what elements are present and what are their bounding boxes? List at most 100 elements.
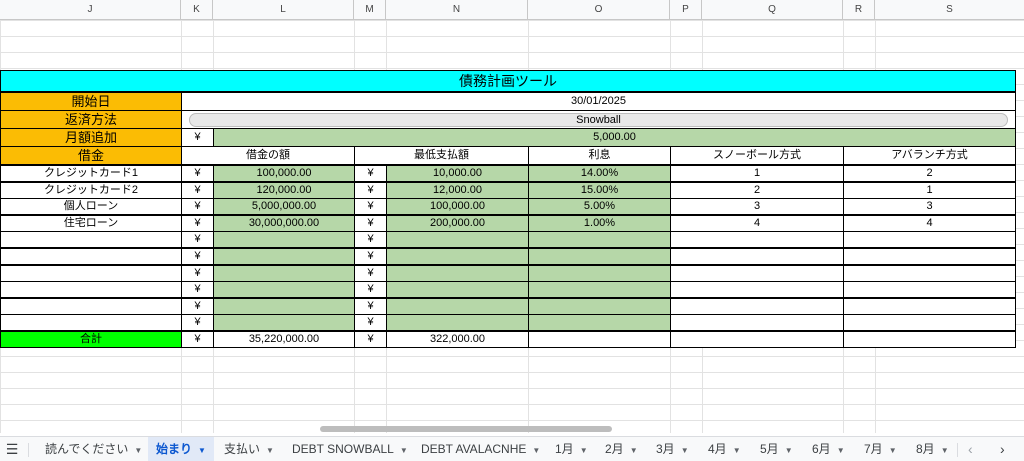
debt-currency-2-cell[interactable]: ¥ [354, 231, 387, 249]
debt-currency-1-cell[interactable]: ¥ [181, 214, 214, 232]
debt-avalanche-order-cell[interactable] [843, 248, 1016, 265]
debt-name-cell[interactable]: クレジットカード1 [0, 165, 182, 182]
total-interest-empty[interactable] [528, 331, 671, 348]
debt-name-cell[interactable]: 個人ローン [0, 198, 182, 216]
debt-avalanche-order-cell[interactable]: 4 [843, 214, 1016, 232]
debt-snowball-order-cell[interactable]: 2 [670, 181, 844, 199]
debt-currency-2-cell[interactable]: ¥ [354, 297, 387, 315]
monthly-extra-value[interactable]: 5,000.00 [213, 128, 1016, 147]
tab-month-8[interactable]: 8月 ▼ [916, 437, 949, 461]
tab-hajimari[interactable]: 始まり ▼ [148, 437, 214, 461]
debt-currency-2-cell[interactable]: ¥ [354, 248, 387, 265]
debt-interest-cell[interactable] [528, 314, 671, 332]
tab-month-5[interactable]: 5月 ▼ [760, 437, 793, 461]
tab-month-3[interactable]: 3月 ▼ [656, 437, 689, 461]
debt-amount-cell[interactable] [213, 231, 355, 249]
total-currency-1[interactable]: ¥ [181, 331, 214, 348]
debt-currency-2-cell[interactable]: ¥ [354, 264, 387, 282]
tab-month-2[interactable]: 2月 ▼ [605, 437, 638, 461]
debt-avalanche-order-cell[interactable] [843, 231, 1016, 249]
debt-snowball-order-cell[interactable]: 1 [670, 165, 844, 182]
debt-amount-cell[interactable]: 100,000.00 [213, 165, 355, 182]
debt-snowball-order-cell[interactable] [670, 281, 844, 299]
debt-snowball-order-cell[interactable] [670, 297, 844, 315]
total-avalanche-empty[interactable] [843, 331, 1016, 348]
debt-currency-1-cell[interactable]: ¥ [181, 198, 214, 216]
debt-name-cell[interactable] [0, 231, 182, 249]
debt-amount-cell[interactable] [213, 248, 355, 265]
total-amount[interactable]: 35,220,000.00 [213, 331, 355, 348]
debt-avalanche-order-cell[interactable] [843, 314, 1016, 332]
tab-shiharai[interactable]: 支払い ▼ [224, 437, 274, 461]
column-header-m[interactable]: M [354, 0, 386, 20]
debt-name-cell[interactable] [0, 281, 182, 299]
debt-currency-2-cell[interactable]: ¥ [354, 214, 387, 232]
debt-currency-2-cell[interactable]: ¥ [354, 181, 387, 199]
total-currency-2[interactable]: ¥ [354, 331, 387, 348]
column-header-k[interactable]: K [181, 0, 213, 20]
tab-month-1[interactable]: 1月 ▼ [555, 437, 588, 461]
debt-snowball-order-cell[interactable] [670, 314, 844, 332]
debt-currency-1-cell[interactable]: ¥ [181, 248, 214, 265]
debt-amount-cell[interactable] [213, 314, 355, 332]
tab-yonde-kudasai[interactable]: 読んでください ▼ [45, 437, 142, 461]
debt-currency-1-cell[interactable]: ¥ [181, 231, 214, 249]
debt-avalanche-order-cell[interactable]: 1 [843, 181, 1016, 199]
debt-currency-2-cell[interactable]: ¥ [354, 165, 387, 182]
debt-amount-cell[interactable] [213, 264, 355, 282]
debt-min-payment-cell[interactable]: 100,000.00 [386, 198, 529, 216]
column-header-s[interactable]: S [875, 0, 1024, 20]
total-min-payment[interactable]: 322,000.00 [386, 331, 529, 348]
debt-interest-cell[interactable] [528, 264, 671, 282]
debt-min-payment-cell[interactable]: 12,000.00 [386, 181, 529, 199]
debt-min-payment-cell[interactable]: 200,000.00 [386, 214, 529, 232]
monthly-extra-currency[interactable]: ¥ [181, 128, 214, 147]
debt-avalanche-order-cell[interactable] [843, 281, 1016, 299]
column-header-l[interactable]: L [213, 0, 354, 20]
debt-min-payment-cell[interactable] [386, 231, 529, 249]
chevron-left-icon[interactable]: ‹ [968, 437, 973, 461]
debt-min-payment-cell[interactable] [386, 264, 529, 282]
debt-interest-cell[interactable]: 5.00% [528, 198, 671, 216]
column-header-o[interactable]: O [528, 0, 670, 20]
debt-min-payment-cell[interactable] [386, 297, 529, 315]
debt-interest-cell[interactable]: 15.00% [528, 181, 671, 199]
debt-snowball-order-cell[interactable] [670, 248, 844, 265]
debt-avalanche-order-cell[interactable] [843, 264, 1016, 282]
tab-debt-avalanche[interactable]: DEBT AVALACNHE ▼ [421, 437, 540, 461]
tab-month-4[interactable]: 4月 ▼ [708, 437, 741, 461]
column-header-p[interactable]: P [670, 0, 702, 20]
debt-interest-cell[interactable] [528, 297, 671, 315]
column-header-r[interactable]: R [843, 0, 875, 20]
debt-currency-1-cell[interactable]: ¥ [181, 264, 214, 282]
payment-method-dropdown[interactable]: Snowball [189, 113, 1008, 127]
debt-name-cell[interactable] [0, 314, 182, 332]
debt-currency-1-cell[interactable]: ¥ [181, 314, 214, 332]
debt-interest-cell[interactable] [528, 281, 671, 299]
debt-avalanche-order-cell[interactable] [843, 297, 1016, 315]
column-header-n[interactable]: N [386, 0, 528, 20]
debt-interest-cell[interactable]: 1.00% [528, 214, 671, 232]
debt-name-cell[interactable]: 住宅ローン [0, 214, 182, 232]
debt-amount-cell[interactable] [213, 297, 355, 315]
debt-name-cell[interactable]: クレジットカード2 [0, 181, 182, 199]
total-snowball-empty[interactable] [670, 331, 844, 348]
column-header-q[interactable]: Q [702, 0, 843, 20]
debt-name-cell[interactable] [0, 264, 182, 282]
debt-avalanche-order-cell[interactable]: 2 [843, 165, 1016, 182]
debt-currency-1-cell[interactable]: ¥ [181, 165, 214, 182]
column-header-j[interactable]: J [0, 0, 181, 20]
debt-name-cell[interactable] [0, 248, 182, 265]
debt-interest-cell[interactable] [528, 231, 671, 249]
start-date-cell[interactable]: 30/01/2025 [181, 92, 1016, 111]
debt-interest-cell[interactable] [528, 248, 671, 265]
tab-debt-snowball[interactable]: DEBT SNOWBALL ▼ [292, 437, 408, 461]
debt-name-cell[interactable] [0, 297, 182, 315]
debt-avalanche-order-cell[interactable]: 3 [843, 198, 1016, 216]
debt-interest-cell[interactable]: 14.00% [528, 165, 671, 182]
hamburger-menu-icon[interactable]: ☰ [5, 437, 19, 461]
debt-min-payment-cell[interactable] [386, 314, 529, 332]
debt-currency-2-cell[interactable]: ¥ [354, 314, 387, 332]
chevron-right-icon[interactable]: › [1000, 437, 1005, 461]
horizontal-scrollbar[interactable] [320, 426, 612, 432]
